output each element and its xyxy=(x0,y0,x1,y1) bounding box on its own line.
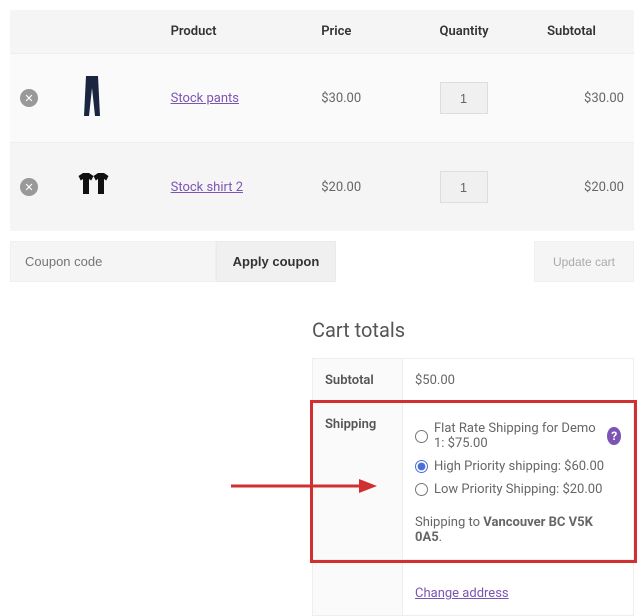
quantity-input[interactable] xyxy=(440,171,488,203)
subtotal-value: $50.00 xyxy=(403,359,634,403)
col-thumb xyxy=(64,10,161,54)
shipping-row: Shipping Flat Rate Shipping for Demo 1: … xyxy=(313,403,634,560)
cart-totals-heading: Cart totals xyxy=(312,318,634,342)
cart-row: ✕ Stock shirt 2 $20.00 $20.00 xyxy=(10,143,634,232)
subtotal-label: Subtotal xyxy=(313,359,403,403)
col-remove xyxy=(10,10,64,54)
cart-row: ✕ Stock pants $30.00 $30.00 xyxy=(10,54,634,143)
shipping-option[interactable]: High Priority shipping: $60.00 xyxy=(415,455,621,478)
shipping-radio[interactable] xyxy=(415,460,428,473)
help-icon[interactable]: ? xyxy=(607,427,621,445)
product-link[interactable]: Stock shirt 2 xyxy=(171,180,243,195)
shipping-option[interactable]: Flat Rate Shipping for Demo 1: $75.00 ? xyxy=(415,417,621,455)
col-quantity: Quantity xyxy=(430,10,538,54)
annotation-arrow-icon xyxy=(227,475,377,497)
cart-actions: Apply coupon Update cart xyxy=(10,241,634,282)
shipping-option-label: Low Priority Shipping: $20.00 xyxy=(434,482,602,497)
cart-totals: Cart totals Subtotal $50.00 Shipping Fla… xyxy=(312,318,634,616)
item-price: $20.00 xyxy=(311,143,429,232)
shipping-radio[interactable] xyxy=(415,430,428,443)
shipping-option-label: Flat Rate Shipping for Demo 1: $75.00 xyxy=(434,421,599,451)
item-price: $30.00 xyxy=(311,54,429,143)
update-cart-button[interactable]: Update cart xyxy=(534,241,634,282)
shipping-option-label: High Priority shipping: $60.00 xyxy=(434,459,604,474)
shipping-radio[interactable] xyxy=(415,483,428,496)
shipping-destination: Shipping to Vancouver BC V5K 0A5. xyxy=(415,515,621,545)
remove-item-button[interactable]: ✕ xyxy=(20,89,38,107)
coupon-code-input[interactable] xyxy=(10,241,216,282)
col-subtotal: Subtotal xyxy=(537,10,634,54)
quantity-input[interactable] xyxy=(440,82,488,114)
col-price: Price xyxy=(311,10,429,54)
col-product: Product xyxy=(161,10,312,54)
cart-table: Product Price Quantity Subtotal ✕ Stock … xyxy=(10,10,634,231)
remove-item-button[interactable]: ✕ xyxy=(20,178,38,196)
totals-table: Subtotal $50.00 Shipping Flat Rate Shipp… xyxy=(312,358,634,616)
product-thumbnail[interactable] xyxy=(64,54,161,143)
item-subtotal: $20.00 xyxy=(537,143,634,232)
apply-coupon-button[interactable]: Apply coupon xyxy=(216,241,336,282)
product-thumbnail[interactable] xyxy=(64,143,161,232)
item-subtotal: $30.00 xyxy=(537,54,634,143)
shipping-option[interactable]: Low Priority Shipping: $20.00 xyxy=(415,478,621,501)
product-link[interactable]: Stock pants xyxy=(171,91,239,106)
change-address-link[interactable]: Change address xyxy=(415,586,509,601)
